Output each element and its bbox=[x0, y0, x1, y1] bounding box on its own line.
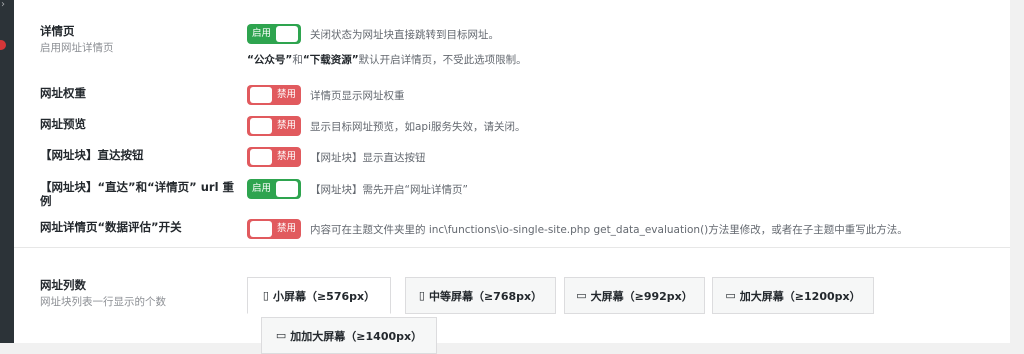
toggle-knob bbox=[250, 118, 272, 134]
detail-page-note: “公众号”和“下载资源”默认开启详情页，不受此选项限制。 bbox=[247, 52, 527, 67]
field-site-preview: 网址预览 bbox=[40, 117, 86, 131]
tab-xxl-screen[interactable]: ▭ 加加大屏幕（≥1400px） bbox=[261, 317, 437, 354]
notification-dot-icon bbox=[0, 40, 6, 50]
toggle-knob bbox=[276, 181, 298, 197]
field-description: 内容可在主题文件夹里的 inc\functions\io-single-site… bbox=[310, 223, 908, 236]
field-label: 网址权重 bbox=[40, 86, 86, 100]
detail-page-toggle[interactable]: 启用 bbox=[247, 24, 301, 44]
tab-label: 中等屏幕（≥768px） bbox=[428, 289, 543, 303]
toggle-knob bbox=[276, 26, 298, 42]
note-quote-1: “公众号” bbox=[247, 54, 293, 66]
site-weight-toggle[interactable]: 禁用 bbox=[247, 85, 301, 105]
control-url-rewrite: 启用 【网址块】需先开启“网址详情页” bbox=[247, 179, 468, 199]
field-description: 详情页显示网址权重 bbox=[310, 89, 405, 102]
field-label: 网址列数 bbox=[40, 278, 86, 292]
desktop-icon: ▭ bbox=[275, 329, 287, 342]
desktop-icon: ▭ bbox=[576, 289, 587, 302]
control-direct-button: 禁用 【网址块】显示直达按钮 bbox=[247, 147, 426, 167]
tab-small-screen[interactable]: ▯ 小屏幕（≥576px） bbox=[247, 277, 391, 314]
tab-label: 加加大屏幕（≥1400px） bbox=[290, 329, 423, 343]
field-label: 网址预览 bbox=[40, 117, 86, 131]
admin-sidebar-edge: › bbox=[0, 0, 14, 343]
field-description: 关闭状态为网址块直接跳转到目标网址。 bbox=[310, 28, 499, 41]
field-label-line1: 【网址块】“直达”和“详情页” url 重 bbox=[40, 180, 235, 194]
note-quote-2: “下载资源” bbox=[302, 54, 359, 66]
note-rest: 默认开启详情页，不受此选项限制。 bbox=[358, 54, 527, 66]
field-description: 【网址块】需先开启“网址详情页” bbox=[310, 183, 468, 196]
toggle-label: 启用 bbox=[252, 28, 272, 39]
toggle-knob bbox=[250, 221, 272, 237]
toggle-knob bbox=[250, 87, 272, 103]
field-label-line2: 例 bbox=[40, 194, 52, 208]
settings-panel: 详情页 启用网址详情页 启用 关闭状态为网址块直接跳转到目标网址。 “公众号”和… bbox=[14, 0, 1017, 354]
panel-edge bbox=[1010, 0, 1017, 343]
field-subtitle: 启用网址详情页 bbox=[40, 42, 114, 54]
field-url-rewrite: 【网址块】“直达”和“详情页” url 重 例 bbox=[40, 180, 240, 208]
tab-label: 加大屏幕（≥1200px） bbox=[739, 289, 861, 303]
tab-label: 大屏幕（≥992px） bbox=[590, 289, 693, 303]
mobile-icon: ▯ bbox=[262, 289, 269, 302]
toggle-label: 禁用 bbox=[276, 223, 296, 234]
toggle-label: 禁用 bbox=[276, 89, 296, 100]
toggle-knob bbox=[250, 149, 272, 165]
field-subtitle: 网址块列表一行显示的个数 bbox=[40, 296, 166, 308]
field-label: 详情页 bbox=[40, 24, 75, 38]
control-detail-page: 启用 关闭状态为网址块直接跳转到目标网址。 bbox=[247, 24, 499, 44]
note-and: 和 bbox=[292, 54, 303, 66]
field-detail-page: 详情页 启用网址详情页 bbox=[40, 24, 114, 55]
field-site-columns: 网址列数 网址块列表一行显示的个数 bbox=[40, 278, 166, 309]
data-evaluation-toggle[interactable]: 禁用 bbox=[247, 219, 301, 239]
control-data-evaluation: 禁用 内容可在主题文件夹里的 inc\functions\io-single-s… bbox=[247, 219, 908, 239]
section-divider bbox=[14, 247, 1010, 248]
control-site-preview: 禁用 显示目标网址预览，如api服务失效，请关闭。 bbox=[247, 116, 526, 136]
toggle-label: 禁用 bbox=[276, 120, 296, 131]
tab-xl-screen[interactable]: ▭ 加大屏幕（≥1200px） bbox=[712, 277, 874, 314]
toggle-label: 启用 bbox=[252, 183, 272, 194]
field-description: 【网址块】显示直达按钮 bbox=[310, 151, 426, 164]
field-label: 【网址块】直达按钮 bbox=[40, 148, 144, 162]
desktop-icon: ▭ bbox=[725, 289, 736, 302]
control-site-weight: 禁用 详情页显示网址权重 bbox=[247, 85, 405, 105]
tab-label: 小屏幕（≥576px） bbox=[272, 289, 376, 303]
site-preview-toggle[interactable]: 禁用 bbox=[247, 116, 301, 136]
field-label: 网址详情页“数据评估”开关 bbox=[40, 220, 182, 234]
field-description: 显示目标网址预览，如api服务失效，请关闭。 bbox=[310, 120, 526, 133]
tab-large-screen[interactable]: ▭ 大屏幕（≥992px） bbox=[564, 277, 705, 314]
field-site-weight: 网址权重 bbox=[40, 86, 86, 100]
direct-button-toggle[interactable]: 禁用 bbox=[247, 147, 301, 167]
tab-medium-screen[interactable]: ▯ 中等屏幕（≥768px） bbox=[405, 277, 556, 314]
collapse-chevron-icon[interactable]: › bbox=[1, 0, 5, 10]
field-direct-button: 【网址块】直达按钮 bbox=[40, 148, 144, 162]
tablet-icon: ▯ bbox=[418, 289, 425, 302]
url-rewrite-toggle[interactable]: 启用 bbox=[247, 179, 301, 199]
field-data-evaluation: 网址详情页“数据评估”开关 bbox=[40, 220, 182, 234]
toggle-label: 禁用 bbox=[276, 151, 296, 162]
